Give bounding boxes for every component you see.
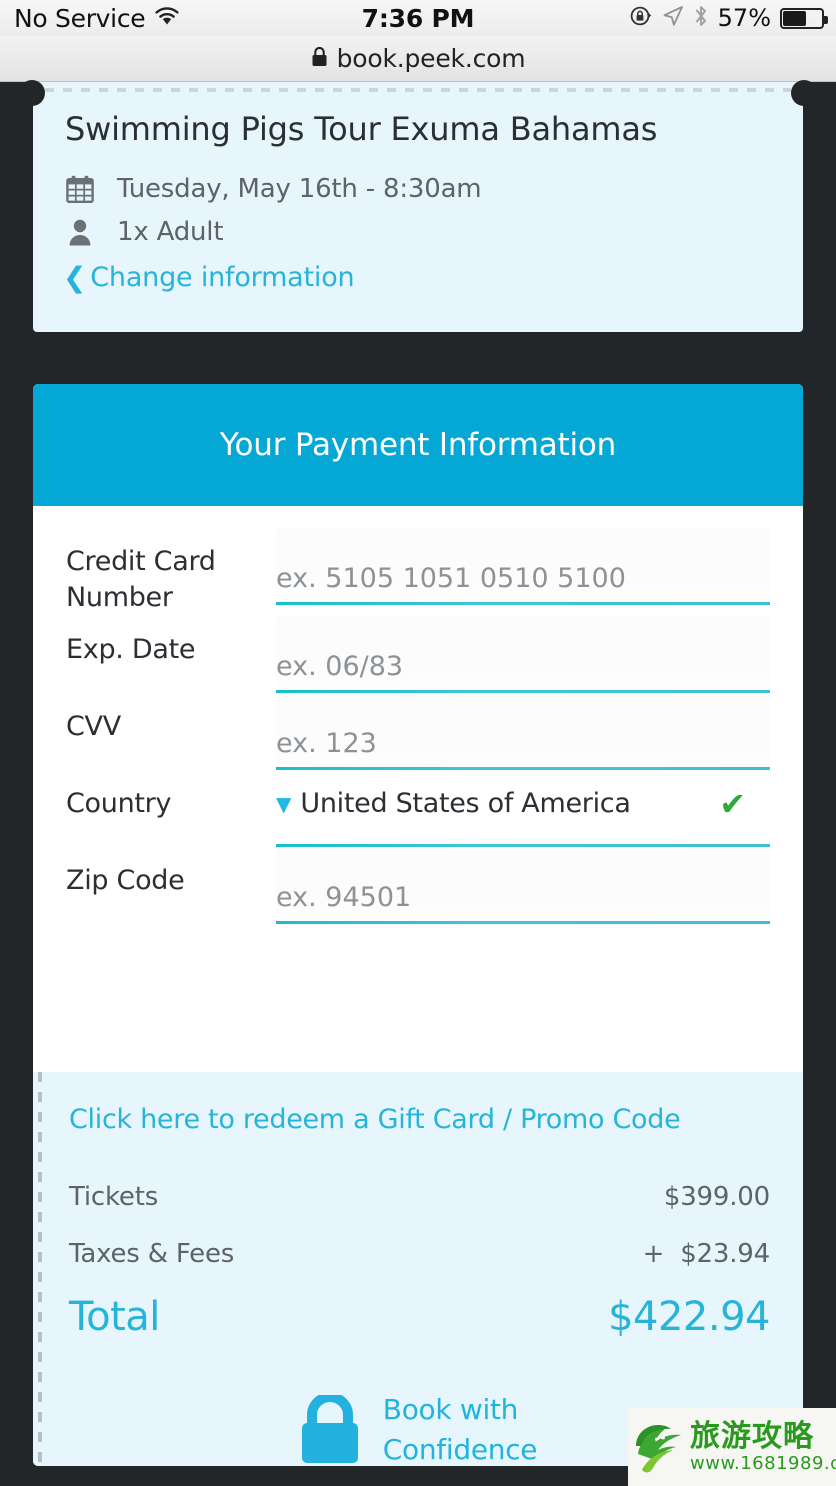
total-label: Total	[69, 1294, 160, 1340]
field-placeholder: ex. 94501	[276, 881, 412, 913]
line-amount: $399.00	[663, 1182, 770, 1212]
payment-form: Credit Card Number ex. 5105 1051 0510 51…	[33, 506, 803, 994]
battery-icon	[780, 7, 828, 29]
booking-date-row: Tuesday, May 16th - 8:30am	[65, 174, 482, 204]
leaf-swoosh-logo-icon	[632, 1416, 696, 1478]
ticket-perforation	[45, 88, 791, 92]
page-content: Swimming Pigs Tour Exuma Bahamas Tuesday…	[0, 80, 836, 1486]
lock-icon	[311, 46, 328, 71]
rotation-lock-icon	[629, 4, 653, 32]
total-amount: $422.94	[608, 1294, 770, 1340]
booking-date-text: Tuesday, May 16th - 8:30am	[117, 174, 482, 204]
person-icon	[65, 218, 95, 246]
confidence-line-2: Confidence	[382, 1432, 538, 1466]
line-prefix: +	[642, 1239, 665, 1269]
booking-guests-text: 1x Adult	[117, 217, 224, 247]
battery-percent-label: 57%	[717, 4, 771, 32]
line-amount: $23.94	[680, 1239, 770, 1269]
field-exp-date: Exp. Date ex. 06/83	[33, 615, 803, 693]
status-bar: No Service 7:36 PM 57%	[0, 0, 836, 36]
url-text: book.peek.com	[336, 44, 526, 73]
line-label: Tickets	[69, 1182, 159, 1212]
watermark: 旅游攻略 www.1681989.cn	[628, 1408, 836, 1486]
location-arrow-icon	[662, 5, 684, 31]
cvv-input[interactable]: ex. 123	[276, 692, 770, 767]
line-label: Taxes & Fees	[69, 1239, 235, 1269]
country-selected-value: United States of America	[300, 788, 631, 820]
field-underline	[276, 920, 770, 924]
wifi-icon	[153, 5, 181, 31]
status-bar-left: No Service	[0, 4, 300, 33]
confidence-line-1: Book with	[382, 1393, 519, 1426]
payment-card: Your Payment Information Credit Card Num…	[33, 384, 803, 1466]
country-select[interactable]: ▼ United States of America ✔	[276, 770, 770, 844]
change-information-link[interactable]: ❮ Change information	[63, 260, 355, 294]
status-bar-right: 57%	[536, 4, 836, 32]
payment-header: Your Payment Information	[33, 384, 803, 506]
bluetooth-icon	[693, 4, 709, 32]
credit-card-number-input[interactable]: ex. 5105 1051 0510 5100	[276, 528, 770, 602]
confidence-text: Book with Confidence	[382, 1390, 538, 1466]
booking-guests-row: 1x Adult	[65, 217, 224, 247]
check-icon: ✔	[719, 784, 746, 823]
padlock-icon	[299, 1391, 361, 1465]
promo-code-link[interactable]: Click here to redeem a Gift Card / Promo…	[69, 1104, 681, 1135]
chevron-left-icon: ❮	[63, 260, 87, 294]
summary-line-taxes: Taxes & Fees + $23.94	[69, 1239, 770, 1269]
booking-summary-card: Swimming Pigs Tour Exuma Bahamas Tuesday…	[19, 80, 817, 332]
field-credit-card-number: Credit Card Number ex. 5105 1051 0510 51…	[33, 528, 803, 616]
field-placeholder: ex. 06/83	[276, 650, 404, 682]
field-placeholder: ex. 123	[276, 727, 377, 759]
field-country: Country ▼ United States of America ✔	[33, 770, 803, 847]
calendar-icon	[65, 175, 95, 204]
ticket-notch-left	[19, 80, 45, 106]
field-label: CVV	[66, 710, 121, 742]
field-cvv: CVV ex. 123	[33, 692, 803, 770]
change-information-label: Change information	[90, 262, 355, 293]
browser-address-bar[interactable]: book.peek.com	[0, 36, 836, 82]
exp-date-input[interactable]: ex. 06/83	[276, 615, 770, 690]
field-label: Zip Code	[66, 864, 185, 896]
tour-title: Swimming Pigs Tour Exuma Bahamas	[65, 110, 658, 148]
field-underline	[276, 602, 770, 605]
field-label: Country	[66, 787, 172, 819]
zip-code-input[interactable]: ex. 94501	[276, 846, 770, 921]
summary-line-tickets: Tickets $399.00	[69, 1182, 770, 1212]
clock: 7:36 PM	[361, 3, 475, 33]
phone-screen: No Service 7:36 PM 57% book.peek.com Swi…	[0, 0, 836, 1486]
ticket-notch-right	[791, 80, 817, 106]
field-label: Credit Card Number	[66, 546, 216, 613]
order-summary: Click here to redeem a Gift Card / Promo…	[33, 1072, 803, 1466]
caret-down-icon: ▼	[276, 791, 292, 816]
summary-total-row: Total $422.94	[69, 1294, 770, 1340]
watermark-url: www.1681989.cn	[690, 1452, 836, 1474]
carrier-label: No Service	[14, 3, 146, 33]
field-zip-code: Zip Code ex. 94501	[33, 846, 803, 924]
watermark-title: 旅游攻略	[690, 1418, 814, 1454]
field-label: Exp. Date	[66, 633, 196, 665]
field-placeholder: ex. 5105 1051 0510 5100	[276, 563, 626, 594]
payment-header-title: Your Payment Information	[219, 427, 617, 463]
